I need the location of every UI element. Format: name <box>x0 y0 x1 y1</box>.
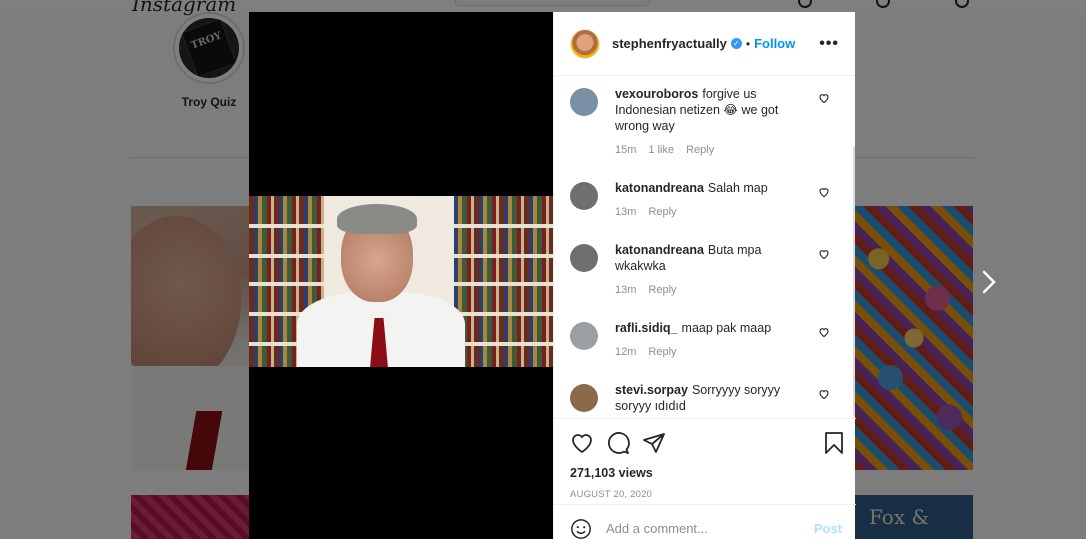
reply-button[interactable]: Reply <box>648 346 676 358</box>
heart-icon[interactable] <box>818 326 830 338</box>
comment-icon[interactable] <box>606 431 630 455</box>
add-comment-bar: Post <box>554 504 856 539</box>
commenter-username[interactable]: vexouroboros <box>615 87 698 101</box>
comment-item: katonandreana Salah map 13m Reply <box>570 180 850 218</box>
comment-text-line: vexouroboros forgive us Indonesian netize… <box>615 86 815 134</box>
comment-age: 15m <box>615 144 637 156</box>
comment-age: 13m <box>615 284 637 296</box>
comment-input[interactable] <box>606 521 796 536</box>
follow-button[interactable]: Follow <box>754 36 795 51</box>
post-comment-button[interactable]: Post <box>814 521 842 536</box>
post-header: stephenfryactually ✓ • Follow ••• <box>554 12 855 76</box>
heart-icon[interactable] <box>818 248 830 260</box>
comment-likes[interactable]: 1 like <box>648 144 674 156</box>
comment-item: rafli.sidiq_ maap pak maap 12m Reply <box>570 320 850 358</box>
post-actions: 271,103 views AUGUST 20, 2020 <box>554 418 856 504</box>
emoji-icon[interactable] <box>570 518 592 539</box>
comment-text-line: katonandreana Salah map <box>615 180 815 196</box>
comment-text: Salah map <box>707 181 768 195</box>
commenter-username[interactable]: stevi.sorpay <box>615 383 688 397</box>
comment-age: 13m <box>615 206 637 218</box>
author-avatar[interactable] <box>570 28 600 59</box>
commenter-avatar[interactable] <box>570 182 598 210</box>
comment-item: vexouroboros forgive us Indonesian netize… <box>570 86 850 156</box>
video-player[interactable] <box>249 12 553 539</box>
comment-item: stevi.sorpay Sorryyyy soryyy soryyy ıdıdı… <box>570 382 850 414</box>
heart-icon[interactable] <box>818 92 830 104</box>
reply-button[interactable]: Reply <box>648 206 676 218</box>
presenter-hair <box>337 204 417 234</box>
header-separator: • <box>745 36 751 51</box>
comment-meta: 13m Reply <box>615 284 815 296</box>
author-username[interactable]: stephenfryactually <box>612 36 727 51</box>
post-side-panel: stephenfryactually ✓ • Follow ••• vexour… <box>553 12 856 539</box>
commenter-username[interactable]: katonandreana <box>615 181 704 195</box>
heart-icon[interactable] <box>818 186 830 198</box>
video-frame[interactable] <box>249 196 553 367</box>
comment-age: 12m <box>615 346 637 358</box>
commenter-avatar[interactable] <box>570 384 598 412</box>
more-options-icon[interactable]: ••• <box>819 35 839 53</box>
commenter-avatar[interactable] <box>570 244 598 272</box>
heart-icon[interactable] <box>570 431 594 455</box>
comment-meta: 13m Reply <box>615 206 815 218</box>
comment-text: maap pak maap <box>681 321 772 335</box>
chevron-right-icon[interactable] <box>982 270 1004 296</box>
bookmark-icon[interactable] <box>822 431 846 455</box>
comment-text-line: stevi.sorpay Sorryyyy soryyy soryyy ıdıdı… <box>615 382 815 414</box>
action-bar <box>570 431 846 455</box>
comments-list[interactable]: vexouroboros forgive us Indonesian netize… <box>554 76 856 418</box>
reply-button[interactable]: Reply <box>648 284 676 296</box>
comment-text-line: rafli.sidiq_ maap pak maap <box>615 320 815 336</box>
commenter-avatar[interactable] <box>570 88 598 116</box>
comment-meta: 12m Reply <box>615 346 815 358</box>
verified-badge-icon: ✓ <box>730 38 742 49</box>
comment-meta: 15m 1 like Reply <box>615 144 815 156</box>
commenter-avatar[interactable] <box>570 322 598 350</box>
comment-text-line: katonandreana Buta mpa wkakwka <box>615 242 815 274</box>
commenter-username[interactable]: katonandreana <box>615 243 704 257</box>
heart-icon[interactable] <box>818 388 830 400</box>
share-icon[interactable] <box>642 431 666 455</box>
comments-scrollbar[interactable] <box>853 146 855 416</box>
view-count[interactable]: 271,103 views <box>570 466 653 480</box>
commenter-username[interactable]: rafli.sidiq_ <box>615 321 678 335</box>
comment-item: katonandreana Buta mpa wkakwka 13m Reply <box>570 242 850 296</box>
post-date[interactable]: AUGUST 20, 2020 <box>570 489 652 500</box>
reply-button[interactable]: Reply <box>686 144 714 156</box>
post-modal: stephenfryactually ✓ • Follow ••• vexour… <box>249 12 856 539</box>
